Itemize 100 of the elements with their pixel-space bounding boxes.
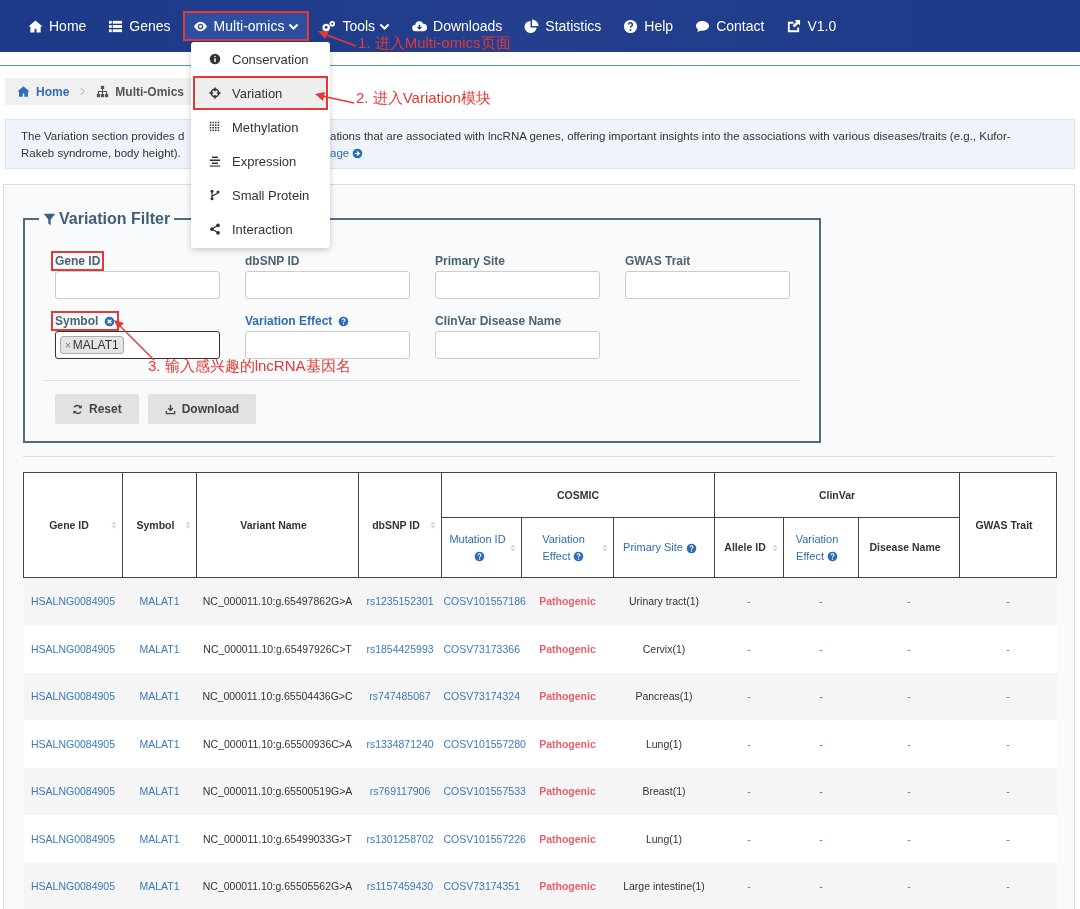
arrow-circle-icon	[352, 148, 364, 159]
table-cell: -	[907, 832, 911, 845]
list-icon	[108, 18, 124, 34]
help-icon	[473, 551, 485, 563]
table-cell: -	[747, 785, 751, 798]
column-header[interactable]: Mutation ID	[441, 517, 522, 578]
table-link[interactable]: rs747485067	[369, 690, 431, 703]
text-field[interactable]	[55, 271, 220, 299]
column-header: GWAS Trait	[959, 472, 1057, 578]
table-cell: -	[747, 642, 751, 655]
menu-item[interactable]: Interaction	[193, 212, 328, 246]
table-link[interactable]: -	[819, 642, 823, 655]
nav-item[interactable]: Contact	[685, 11, 775, 41]
annotation-arrow	[314, 90, 356, 107]
text-field[interactable]	[245, 271, 410, 299]
table-cell: Lung(1)	[645, 737, 683, 750]
table-link[interactable]: COSV101557186	[443, 595, 526, 608]
text-field[interactable]	[435, 271, 600, 299]
table-cell: Pathogenic	[539, 737, 596, 750]
table-cell: Large intestine(1)	[623, 880, 705, 893]
table-link[interactable]: -	[819, 595, 823, 608]
sort-icon	[109, 519, 119, 531]
table-cell: NC_000011.10:g.65504436G>C	[202, 690, 353, 703]
gears-icon	[321, 18, 337, 34]
table-cell: Pathogenic	[539, 880, 596, 893]
column-header: Variant Name	[196, 472, 359, 578]
cloud-icon	[412, 18, 428, 34]
breadcrumb-link[interactable]: Multi-Omics	[115, 84, 184, 99]
description-text: Rakeb syndrome, body height).	[21, 146, 182, 161]
text-field[interactable]	[435, 331, 600, 359]
column-header[interactable]: Variation Effect	[521, 517, 614, 578]
menu-item[interactable]: Variation	[193, 76, 328, 110]
table-link[interactable]: MALAT1	[139, 642, 180, 655]
table-link[interactable]: -	[819, 690, 823, 703]
table-link[interactable]: MALAT1	[139, 880, 180, 893]
table-cell: NC_000011.10:g.65499033G>T	[203, 832, 352, 845]
annotation-text: 2. 进入Variation模块	[356, 89, 491, 108]
menu-item[interactable]: Methylation	[193, 110, 328, 144]
sort-icon	[183, 519, 193, 531]
table-cell: Pathogenic	[539, 642, 596, 655]
tag-input[interactable]: × MALAT1	[55, 331, 220, 359]
text-field[interactable]	[245, 331, 410, 359]
column-group-header: ClinVar	[714, 472, 960, 518]
nav-item[interactable]: Multi-omics	[182, 11, 310, 41]
table-cell: -	[1006, 642, 1010, 655]
menu-item[interactable]: Conservation	[193, 42, 328, 76]
help-icon	[338, 315, 350, 327]
table-cell: -	[907, 785, 911, 798]
nodes-icon	[209, 223, 221, 235]
field-label: ClinVar Disease Name	[434, 313, 563, 330]
info-icon	[209, 53, 221, 65]
table-link[interactable]: -	[819, 880, 823, 893]
table-cell: -	[1006, 880, 1010, 893]
table-cell: -	[907, 690, 911, 703]
sort-icon	[428, 519, 438, 531]
nav-item[interactable]: Help	[613, 11, 684, 41]
nav-item[interactable]: V1.0	[776, 11, 847, 41]
table-link[interactable]: -	[819, 832, 823, 845]
field-label: GWAS Trait	[624, 253, 692, 270]
table-cell: -	[747, 737, 751, 750]
field-label: dbSNP ID	[244, 253, 301, 270]
column-header[interactable]: dbSNP ID	[358, 472, 442, 578]
menu-item[interactable]: Small Protein	[193, 178, 328, 212]
column-header[interactable]: Allele ID	[714, 517, 784, 578]
table-cell: Pathogenic	[539, 595, 596, 608]
field-label: Variation Effect	[241, 311, 354, 331]
table-link[interactable]: MALAT1	[139, 595, 180, 608]
table-link[interactable]: -	[819, 737, 823, 750]
table-cell: Lung(1)	[645, 832, 683, 845]
help-icon	[573, 551, 585, 563]
nav-item[interactable]: Genes	[98, 11, 181, 41]
table-link[interactable]: COSV101557280	[443, 737, 526, 750]
description-text: The Variation section provides d	[21, 129, 186, 144]
table-link[interactable]: COSV101557533	[443, 785, 526, 798]
chevron-right-icon	[78, 87, 88, 96]
table-cell: -	[907, 642, 911, 655]
table-cell: Pathogenic	[539, 690, 596, 703]
table-cell: NC_000011.10:g.65500519G>A	[202, 785, 353, 798]
table-link[interactable]: MALAT1	[139, 832, 180, 845]
menu-item[interactable]: Expression	[193, 144, 328, 178]
column-header[interactable]: Gene ID	[23, 472, 123, 578]
table-cell: -	[907, 880, 911, 893]
table-link[interactable]: rs769117906	[369, 785, 431, 798]
text-field[interactable]	[625, 271, 790, 299]
table-cell: NC_000011.10:g.65497862G>A	[202, 595, 353, 608]
comment-icon	[695, 18, 711, 34]
table-link[interactable]: MALAT1	[139, 690, 180, 703]
tag-chip[interactable]: × MALAT1	[60, 336, 124, 354]
table-link[interactable]: MALAT1	[139, 785, 180, 798]
align-icon	[209, 155, 221, 167]
table-link[interactable]: COSV101557226	[443, 832, 526, 845]
page-link[interactable]: age	[330, 145, 364, 162]
nav-item[interactable]: Statistics	[514, 11, 612, 41]
download-button[interactable]: Download	[147, 394, 256, 424]
breadcrumb-link[interactable]: Home	[36, 84, 70, 99]
table-link[interactable]: MALAT1	[139, 737, 180, 750]
column-header[interactable]: Symbol	[122, 472, 197, 578]
nav-item[interactable]: Home	[18, 11, 97, 41]
table-link[interactable]: -	[819, 785, 823, 798]
reset-button[interactable]: Reset	[55, 394, 139, 424]
